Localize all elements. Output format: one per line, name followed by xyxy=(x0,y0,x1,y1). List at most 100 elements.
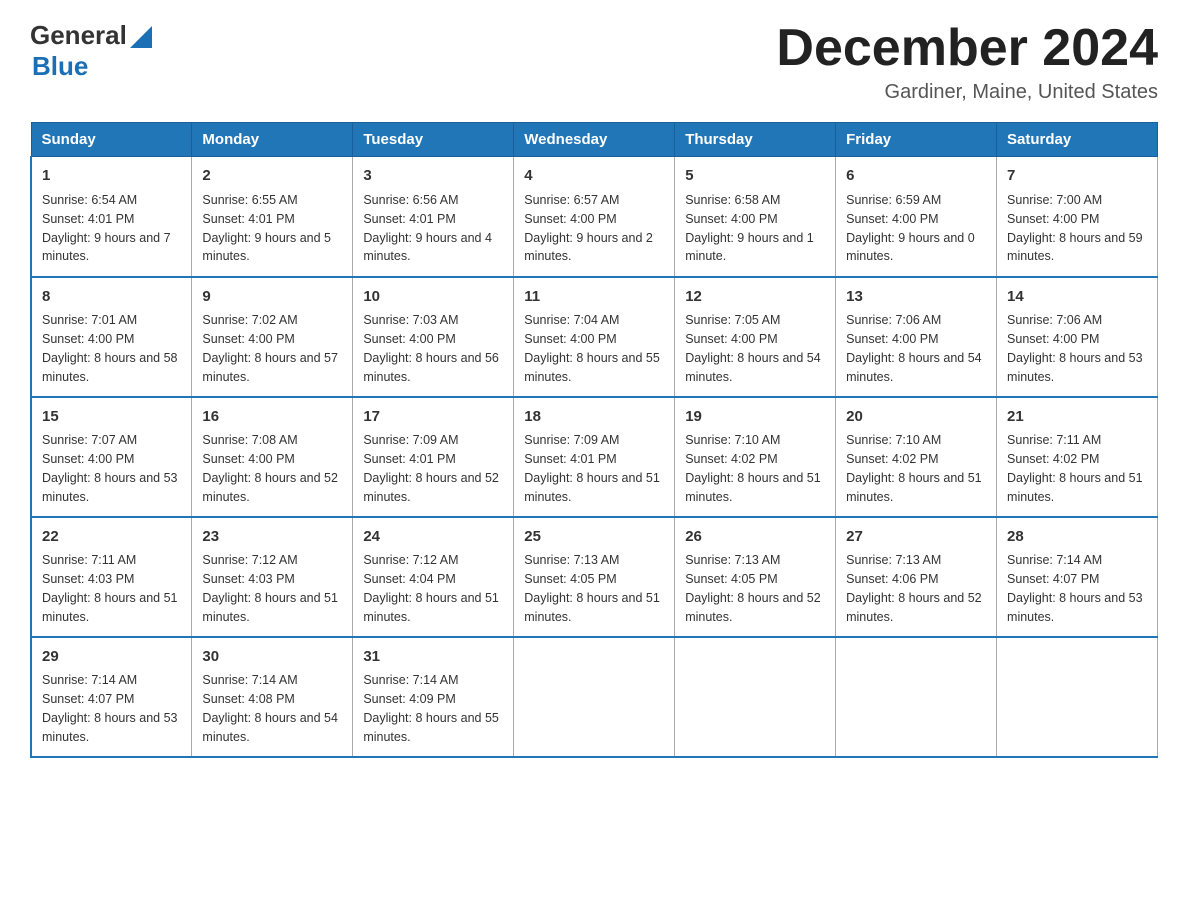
calendar-cell: 22 Sunrise: 7:11 AMSunset: 4:03 PMDayligh… xyxy=(31,517,192,637)
calendar-cell: 28 Sunrise: 7:14 AMSunset: 4:07 PMDayligh… xyxy=(997,517,1158,637)
day-number: 23 xyxy=(202,526,342,548)
day-info: Sunrise: 7:03 AMSunset: 4:00 PMDaylight:… xyxy=(363,313,499,384)
title-section: December 2024 Gardiner, Maine, United St… xyxy=(776,20,1158,104)
calendar-cell: 12 Sunrise: 7:05 AMSunset: 4:00 PMDayligh… xyxy=(675,277,836,397)
day-number: 13 xyxy=(846,286,986,308)
calendar-cell: 20Sunrise: 7:10 AMSunset: 4:02 PMDayligh… xyxy=(836,397,997,517)
calendar-cell: 19Sunrise: 7:10 AMSunset: 4:02 PMDayligh… xyxy=(675,397,836,517)
day-info: Sunrise: 6:58 AMSunset: 4:00 PMDaylight:… xyxy=(685,193,814,264)
day-number: 2 xyxy=(202,165,342,187)
day-info: Sunrise: 6:54 AMSunset: 4:01 PMDaylight:… xyxy=(42,193,171,264)
day-info: Sunrise: 7:01 AMSunset: 4:00 PMDaylight:… xyxy=(42,313,178,384)
calendar-cell: 9 Sunrise: 7:02 AMSunset: 4:00 PMDaylight… xyxy=(192,277,353,397)
weekday-header-monday: Monday xyxy=(192,123,353,157)
day-number: 12 xyxy=(685,286,825,308)
calendar-cell: 7 Sunrise: 7:00 AMSunset: 4:00 PMDaylight… xyxy=(997,157,1158,277)
weekday-row: SundayMondayTuesdayWednesdayThursdayFrid… xyxy=(31,123,1158,157)
calendar-cell: 23 Sunrise: 7:12 AMSunset: 4:03 PMDayligh… xyxy=(192,517,353,637)
day-info: Sunrise: 7:04 AMSunset: 4:00 PMDaylight:… xyxy=(524,313,660,384)
day-number: 27 xyxy=(846,526,986,548)
day-info: Sunrise: 7:13 AMSunset: 4:05 PMDaylight:… xyxy=(685,553,821,624)
day-number: 20 xyxy=(846,406,986,428)
calendar-cell xyxy=(514,637,675,757)
calendar-cell: 11 Sunrise: 7:04 AMSunset: 4:00 PMDayligh… xyxy=(514,277,675,397)
day-info: Sunrise: 7:08 AMSunset: 4:00 PMDaylight:… xyxy=(202,433,338,504)
calendar-cell: 30 Sunrise: 7:14 AMSunset: 4:08 PMDayligh… xyxy=(192,637,353,757)
day-number: 11 xyxy=(524,286,664,308)
day-number: 16 xyxy=(202,406,342,428)
calendar-cell: 26 Sunrise: 7:13 AMSunset: 4:05 PMDayligh… xyxy=(675,517,836,637)
logo-triangle-icon xyxy=(130,26,152,48)
weekday-header-tuesday: Tuesday xyxy=(353,123,514,157)
calendar-cell: 6Sunrise: 6:59 AMSunset: 4:00 PMDaylight… xyxy=(836,157,997,277)
calendar-week-row: 8Sunrise: 7:01 AMSunset: 4:00 PMDaylight… xyxy=(31,277,1158,397)
day-info: Sunrise: 7:14 AMSunset: 4:08 PMDaylight:… xyxy=(202,673,338,744)
day-number: 26 xyxy=(685,526,825,548)
day-number: 17 xyxy=(363,406,503,428)
day-number: 3 xyxy=(363,165,503,187)
calendar-cell: 8Sunrise: 7:01 AMSunset: 4:00 PMDaylight… xyxy=(31,277,192,397)
day-info: Sunrise: 7:00 AMSunset: 4:00 PMDaylight:… xyxy=(1007,193,1143,264)
logo-blue: Blue xyxy=(32,51,88,81)
day-info: Sunrise: 6:59 AMSunset: 4:00 PMDaylight:… xyxy=(846,193,975,264)
calendar-week-row: 29Sunrise: 7:14 AMSunset: 4:07 PMDayligh… xyxy=(31,637,1158,757)
weekday-header-saturday: Saturday xyxy=(997,123,1158,157)
calendar-week-row: 22 Sunrise: 7:11 AMSunset: 4:03 PMDayligh… xyxy=(31,517,1158,637)
calendar-cell: 4 Sunrise: 6:57 AMSunset: 4:00 PMDaylight… xyxy=(514,157,675,277)
day-number: 19 xyxy=(685,406,825,428)
calendar-cell xyxy=(675,637,836,757)
calendar-cell: 13 Sunrise: 7:06 AMSunset: 4:00 PMDayligh… xyxy=(836,277,997,397)
calendar-cell: 31Sunrise: 7:14 AMSunset: 4:09 PMDayligh… xyxy=(353,637,514,757)
day-info: Sunrise: 7:12 AMSunset: 4:03 PMDaylight:… xyxy=(202,553,338,624)
day-info: Sunrise: 7:12 AMSunset: 4:04 PMDaylight:… xyxy=(363,553,499,624)
weekday-header-thursday: Thursday xyxy=(675,123,836,157)
calendar-week-row: 1 Sunrise: 6:54 AMSunset: 4:01 PMDaylight… xyxy=(31,157,1158,277)
day-info: Sunrise: 7:02 AMSunset: 4:00 PMDaylight:… xyxy=(202,313,338,384)
day-info: Sunrise: 6:55 AMSunset: 4:01 PMDaylight:… xyxy=(202,193,331,264)
day-info: Sunrise: 7:13 AMSunset: 4:06 PMDaylight:… xyxy=(846,553,982,624)
day-number: 4 xyxy=(524,165,664,187)
day-info: Sunrise: 6:57 AMSunset: 4:00 PMDaylight:… xyxy=(524,193,653,264)
day-info: Sunrise: 7:11 AMSunset: 4:02 PMDaylight:… xyxy=(1007,433,1143,504)
day-number: 9 xyxy=(202,286,342,308)
calendar-cell: 17Sunrise: 7:09 AMSunset: 4:01 PMDayligh… xyxy=(353,397,514,517)
calendar-cell: 15 Sunrise: 7:07 AMSunset: 4:00 PMDayligh… xyxy=(31,397,192,517)
day-number: 29 xyxy=(42,646,181,668)
day-number: 10 xyxy=(363,286,503,308)
page-header: General Blue December 2024 Gardiner, Mai… xyxy=(30,20,1158,104)
calendar-cell xyxy=(836,637,997,757)
calendar-cell: 3Sunrise: 6:56 AMSunset: 4:01 PMDaylight… xyxy=(353,157,514,277)
calendar-table: SundayMondayTuesdayWednesdayThursdayFrid… xyxy=(30,122,1158,758)
day-number: 7 xyxy=(1007,165,1147,187)
day-number: 5 xyxy=(685,165,825,187)
location: Gardiner, Maine, United States xyxy=(776,81,1158,104)
day-number: 18 xyxy=(524,406,664,428)
calendar-cell: 29Sunrise: 7:14 AMSunset: 4:07 PMDayligh… xyxy=(31,637,192,757)
day-number: 15 xyxy=(42,406,181,428)
day-info: Sunrise: 7:14 AMSunset: 4:07 PMDaylight:… xyxy=(1007,553,1143,624)
calendar-cell: 18 Sunrise: 7:09 AMSunset: 4:01 PMDayligh… xyxy=(514,397,675,517)
month-title: December 2024 xyxy=(776,20,1158,77)
day-number: 30 xyxy=(202,646,342,668)
calendar-cell: 24 Sunrise: 7:12 AMSunset: 4:04 PMDayligh… xyxy=(353,517,514,637)
day-number: 28 xyxy=(1007,526,1147,548)
day-info: Sunrise: 7:09 AMSunset: 4:01 PMDaylight:… xyxy=(524,433,660,504)
weekday-header-wednesday: Wednesday xyxy=(514,123,675,157)
day-info: Sunrise: 7:07 AMSunset: 4:00 PMDaylight:… xyxy=(42,433,178,504)
calendar-cell: 27 Sunrise: 7:13 AMSunset: 4:06 PMDayligh… xyxy=(836,517,997,637)
day-number: 24 xyxy=(363,526,503,548)
day-info: Sunrise: 7:14 AMSunset: 4:09 PMDaylight:… xyxy=(363,673,499,744)
calendar-cell: 14Sunrise: 7:06 AMSunset: 4:00 PMDayligh… xyxy=(997,277,1158,397)
calendar-cell: 2 Sunrise: 6:55 AMSunset: 4:01 PMDaylight… xyxy=(192,157,353,277)
day-info: Sunrise: 7:06 AMSunset: 4:00 PMDaylight:… xyxy=(846,313,982,384)
day-number: 25 xyxy=(524,526,664,548)
day-number: 1 xyxy=(42,165,181,187)
calendar-cell: 21Sunrise: 7:11 AMSunset: 4:02 PMDayligh… xyxy=(997,397,1158,517)
day-number: 22 xyxy=(42,526,181,548)
calendar-cell: 10 Sunrise: 7:03 AMSunset: 4:00 PMDayligh… xyxy=(353,277,514,397)
calendar-cell: 16 Sunrise: 7:08 AMSunset: 4:00 PMDayligh… xyxy=(192,397,353,517)
day-info: Sunrise: 7:13 AMSunset: 4:05 PMDaylight:… xyxy=(524,553,660,624)
day-info: Sunrise: 7:05 AMSunset: 4:00 PMDaylight:… xyxy=(685,313,821,384)
day-info: Sunrise: 7:11 AMSunset: 4:03 PMDaylight:… xyxy=(42,553,178,624)
calendar-header: SundayMondayTuesdayWednesdayThursdayFrid… xyxy=(31,123,1158,157)
